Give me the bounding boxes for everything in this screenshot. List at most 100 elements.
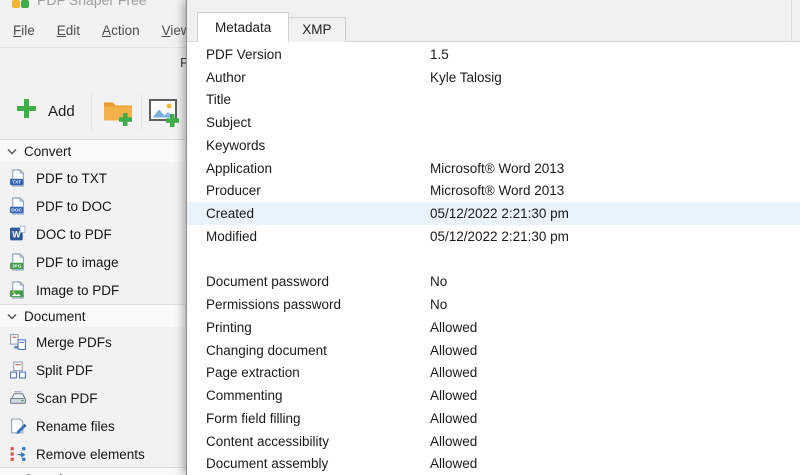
add-image-button[interactable]: [148, 97, 180, 132]
properties-dialog: Metadata XMP PDF Version1.5AuthorKyle Ta…: [186, 0, 800, 475]
metadata-row-spacer: [187, 248, 800, 271]
metadata-value: Allowed: [430, 320, 800, 335]
pdf-to-txt-icon: TXT: [9, 169, 27, 187]
metadata-value: Allowed: [430, 343, 800, 358]
metadata-rows: PDF Version1.5AuthorKyle TalosigTitleSub…: [187, 43, 800, 475]
svg-text:JPG: JPG: [12, 264, 22, 270]
merge-pdfs-icon: [9, 333, 27, 351]
toolbar: Add: [0, 92, 186, 134]
menu-action[interactable]: Action: [91, 20, 151, 41]
metadata-label: Document password: [187, 274, 430, 289]
metadata-value: Allowed: [430, 411, 800, 426]
add-button-label: Add: [48, 103, 75, 120]
metadata-label: Application: [187, 161, 430, 176]
metadata-label: Modified: [187, 229, 430, 244]
metadata-label: Commenting: [187, 388, 430, 403]
chevron-down-icon: [7, 313, 17, 320]
metadata-value: Kyle Talosig: [430, 70, 800, 85]
sidebar-item-pdf-to-txt[interactable]: TXT PDF to TXT: [0, 164, 185, 192]
metadata-row[interactable]: Changing documentAllowed: [187, 339, 800, 362]
add-folder-button[interactable]: [102, 97, 134, 132]
plus-icon: [16, 98, 37, 124]
sidebar-item-pdf-to-image[interactable]: JPG PDF to image: [0, 248, 185, 276]
scan-pdf-icon: [9, 389, 27, 407]
metadata-row[interactable]: Keywords: [187, 134, 800, 157]
metadata-row[interactable]: Form field fillingAllowed: [187, 407, 800, 430]
app-logo-icon: [12, 0, 29, 8]
titlebar: PDF Shaper Free: [12, 0, 147, 8]
metadata-label: Permissions password: [187, 297, 430, 312]
sidebar-item-remove-elements[interactable]: Remove elements: [0, 440, 185, 468]
menu-edit[interactable]: Edit: [46, 20, 91, 41]
remove-elements-icon: [9, 445, 27, 463]
metadata-label: Created: [187, 206, 430, 221]
metadata-value: 05/12/2022 2:21:30 pm: [430, 229, 800, 244]
sidebar-item-image-to-pdf[interactable]: Image to PDF: [0, 276, 185, 304]
metadata-row[interactable]: Modified05/12/2022 2:21:30 pm: [187, 225, 800, 248]
image-to-pdf-icon: [9, 281, 27, 299]
metadata-value: 1.5: [430, 47, 800, 62]
metadata-label: Changing document: [187, 343, 430, 358]
section-header-document[interactable]: Document: [0, 304, 185, 327]
metadata-label: Title: [187, 92, 430, 107]
metadata-row[interactable]: Page extractionAllowed: [187, 362, 800, 385]
sidebar-item-split-pdf[interactable]: Split PDF: [0, 356, 185, 384]
metadata-label: Keywords: [187, 138, 430, 153]
metadata-row[interactable]: PrintingAllowed: [187, 316, 800, 339]
svg-text:TXT: TXT: [12, 180, 21, 186]
sidebar-item-scan-pdf[interactable]: Scan PDF: [0, 384, 185, 412]
metadata-row[interactable]: Content accessibilityAllowed: [187, 430, 800, 453]
metadata-value: Microsoft® Word 2013: [430, 183, 800, 198]
metadata-label: Content accessibility: [187, 434, 430, 449]
metadata-label: Subject: [187, 115, 430, 130]
toolbar-separator: [91, 94, 92, 130]
metadata-row[interactable]: Subject: [187, 111, 800, 134]
pdf-to-doc-icon: DOC: [9, 197, 27, 215]
metadata-row[interactable]: Title: [187, 89, 800, 112]
metadata-row[interactable]: ProducerMicrosoft® Word 2013: [187, 180, 800, 203]
metadata-row[interactable]: CommentingAllowed: [187, 384, 800, 407]
metadata-row[interactable]: PDF Version1.5: [187, 43, 800, 66]
sidebar-item-merge-pdfs[interactable]: Merge PDFs: [0, 328, 185, 356]
metadata-row[interactable]: Created05/12/2022 2:21:30 pm: [187, 202, 800, 225]
tab-xmp[interactable]: XMP: [289, 17, 345, 42]
section-header-security[interactable]: Security: [0, 467, 185, 475]
sidebar-item-pdf-to-doc[interactable]: DOC PDF to DOC: [0, 192, 185, 220]
split-pdf-icon: [9, 361, 27, 379]
metadata-row[interactable]: AuthorKyle Talosig: [187, 66, 800, 89]
metadata-label: PDF Version: [187, 47, 430, 62]
window-title: PDF Shaper Free: [37, 0, 147, 8]
metadata-row[interactable]: Permissions passwordNo: [187, 293, 800, 316]
metadata-value: 05/12/2022 2:21:30 pm: [430, 206, 800, 221]
sidebar-item-doc-to-pdf[interactable]: W DOC to PDF: [0, 220, 185, 248]
metadata-value: Allowed: [430, 365, 800, 380]
image-plus-icon: [148, 97, 180, 127]
metadata-value: No: [430, 274, 800, 289]
tabstrip-right-edge: [791, 0, 792, 42]
menubar: File Edit Action View: [2, 20, 202, 41]
add-button[interactable]: Add: [10, 94, 81, 128]
pdf-to-image-icon: JPG: [9, 253, 27, 271]
folder-plus-icon: [102, 97, 134, 127]
metadata-label: Author: [187, 70, 430, 85]
toolbar-separator-2: [141, 94, 142, 130]
doc-to-pdf-icon: W: [9, 225, 27, 243]
metadata-row[interactable]: Document passwordNo: [187, 271, 800, 294]
menu-separator: [0, 47, 186, 48]
metadata-label: Printing: [187, 320, 430, 335]
sidebar-item-rename-files[interactable]: Rename files: [0, 412, 185, 440]
main-window: PDF Shaper Free File Edit Action View F …: [0, 0, 186, 475]
svg-text:DOC: DOC: [11, 208, 22, 214]
metadata-value: No: [430, 297, 800, 312]
metadata-label: Document assembly: [187, 456, 430, 471]
metadata-value: Microsoft® Word 2013: [430, 161, 800, 176]
metadata-row[interactable]: ApplicationMicrosoft® Word 2013: [187, 157, 800, 180]
metadata-label: Page extraction: [187, 365, 430, 380]
metadata-value: Allowed: [430, 388, 800, 403]
tab-metadata[interactable]: Metadata: [197, 12, 289, 42]
menu-file[interactable]: File: [2, 20, 46, 41]
metadata-row[interactable]: Document assemblyAllowed: [187, 453, 800, 475]
metadata-label: Form field filling: [187, 411, 430, 426]
rename-files-icon: [9, 417, 27, 435]
section-header-convert[interactable]: Convert: [0, 139, 185, 162]
